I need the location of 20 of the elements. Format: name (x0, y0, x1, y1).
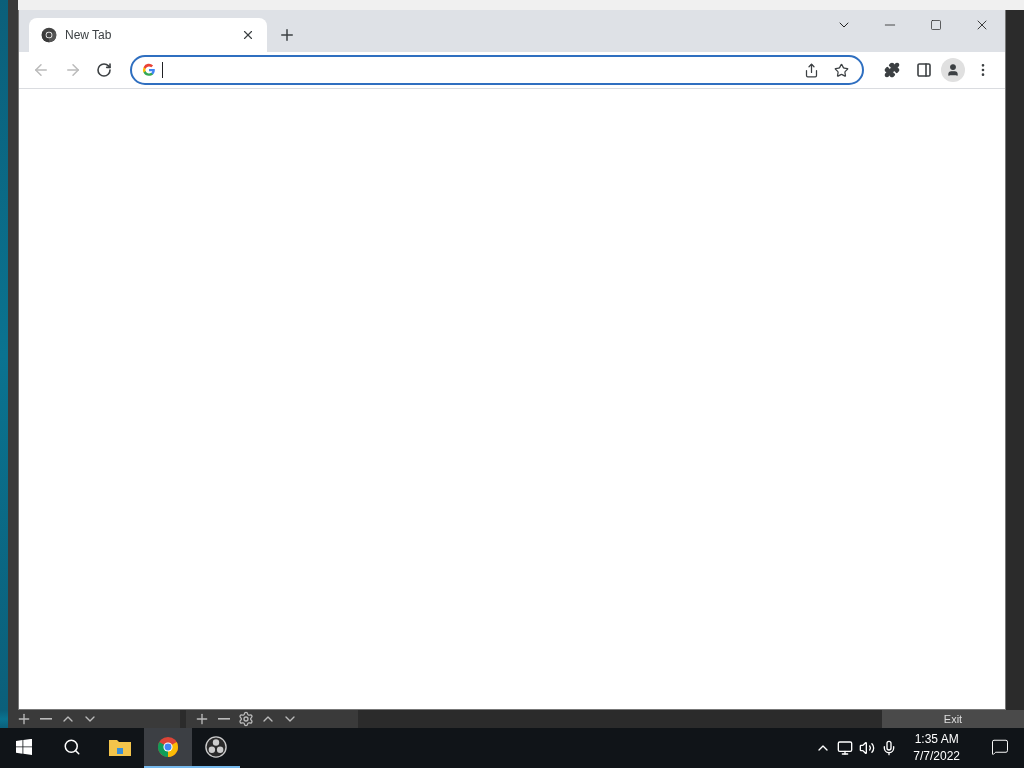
taskbar-app[interactable] (144, 728, 192, 768)
chrome-icon (41, 27, 57, 43)
folder-icon (109, 738, 131, 756)
clock[interactable]: 1:35 AM 7/7/2022 (903, 731, 970, 765)
exit-button[interactable]: Exit (882, 710, 1024, 728)
obs-icon (205, 736, 227, 758)
clock-time: 1:35 AM (914, 731, 959, 748)
network-icon[interactable] (837, 740, 854, 756)
address-bar[interactable] (130, 55, 864, 85)
profile-icon[interactable] (941, 58, 966, 82)
clock-date: 7/7/2022 (913, 748, 960, 765)
add-icon (16, 711, 32, 727)
add-icon (194, 711, 210, 727)
windows-logo-icon (16, 739, 32, 755)
volume-icon[interactable] (859, 740, 876, 756)
settings-icon (238, 711, 254, 727)
chrome-icon (157, 736, 179, 758)
google-logo-icon (142, 63, 157, 77)
browser-tab[interactable]: New Tab (29, 18, 267, 52)
tab-title: New Tab (65, 28, 113, 42)
